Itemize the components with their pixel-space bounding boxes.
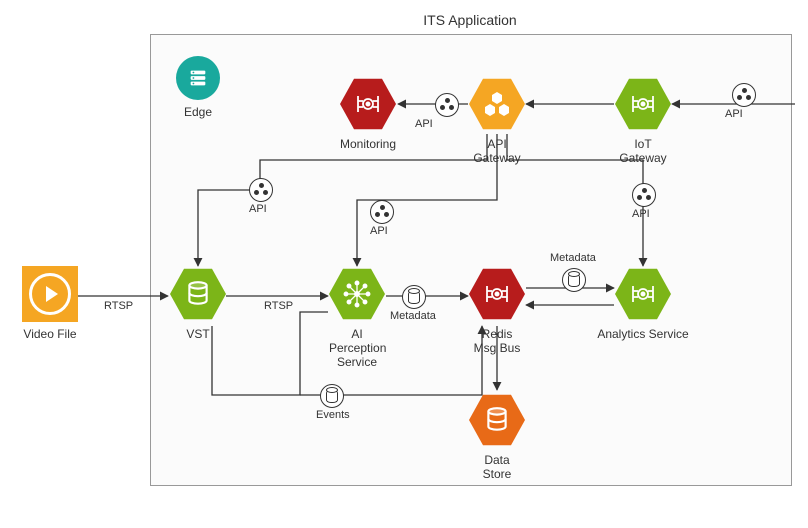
node-analytics: Analytics Service — [615, 266, 671, 342]
node-label: Monitoring — [340, 138, 396, 152]
cluster-icon — [469, 76, 525, 132]
api-badge-icon — [632, 183, 656, 207]
integration-icon — [615, 266, 671, 322]
api-badge-icon — [249, 178, 273, 202]
node-label: API Gateway — [469, 138, 525, 166]
database-icon — [469, 392, 525, 448]
node-edge: Edge — [170, 56, 226, 120]
node-label: VST — [170, 328, 226, 342]
edge-label-api: API — [725, 108, 743, 120]
api-badge-icon — [370, 200, 394, 224]
play-icon — [22, 266, 78, 322]
metadata-badge-icon — [562, 268, 586, 292]
integration-icon — [469, 266, 525, 322]
edge-label-api: API — [370, 225, 388, 237]
node-label: Edge — [170, 106, 226, 120]
integration-icon — [615, 76, 671, 132]
edge-label-rtsp: RTSP — [264, 300, 293, 312]
node-label: Analytics Service — [593, 328, 693, 342]
node-redis: Redis Msg Bus — [469, 266, 525, 356]
node-data-store: Data Store — [469, 392, 525, 482]
edge-label-metadata: Metadata — [390, 310, 436, 322]
edge-label-api: API — [415, 118, 433, 130]
api-badge-icon — [435, 93, 459, 117]
node-label: Data Store — [469, 454, 525, 482]
server-icon — [176, 56, 220, 100]
edge-label-events: Events — [316, 409, 350, 421]
api-badge-icon — [732, 83, 756, 107]
node-video-file: Video File — [22, 266, 78, 342]
node-vst: VST — [170, 266, 226, 342]
node-iot-gateway: IoT Gateway — [615, 76, 671, 166]
diagram-canvas: ITS Application — [0, 0, 808, 528]
edge-label-api: API — [249, 203, 267, 215]
app-title: ITS Application — [150, 12, 790, 28]
events-badge-icon — [320, 384, 344, 408]
node-label: AI Perception Service — [329, 328, 385, 369]
node-monitoring: Monitoring — [340, 76, 396, 152]
metadata-badge-icon — [402, 285, 426, 309]
network-icon — [329, 266, 385, 322]
edge-label-rtsp: RTSP — [104, 300, 133, 312]
integration-icon — [340, 76, 396, 132]
node-label: Video File — [22, 328, 78, 342]
node-ai-perception: AI Perception Service — [329, 266, 385, 369]
database-icon — [170, 266, 226, 322]
node-api-gateway: API Gateway — [469, 76, 525, 166]
node-label: IoT Gateway — [615, 138, 671, 166]
node-label: Redis Msg Bus — [469, 328, 525, 356]
edge-label-api: API — [632, 208, 650, 220]
edge-label-metadata: Metadata — [550, 252, 596, 264]
